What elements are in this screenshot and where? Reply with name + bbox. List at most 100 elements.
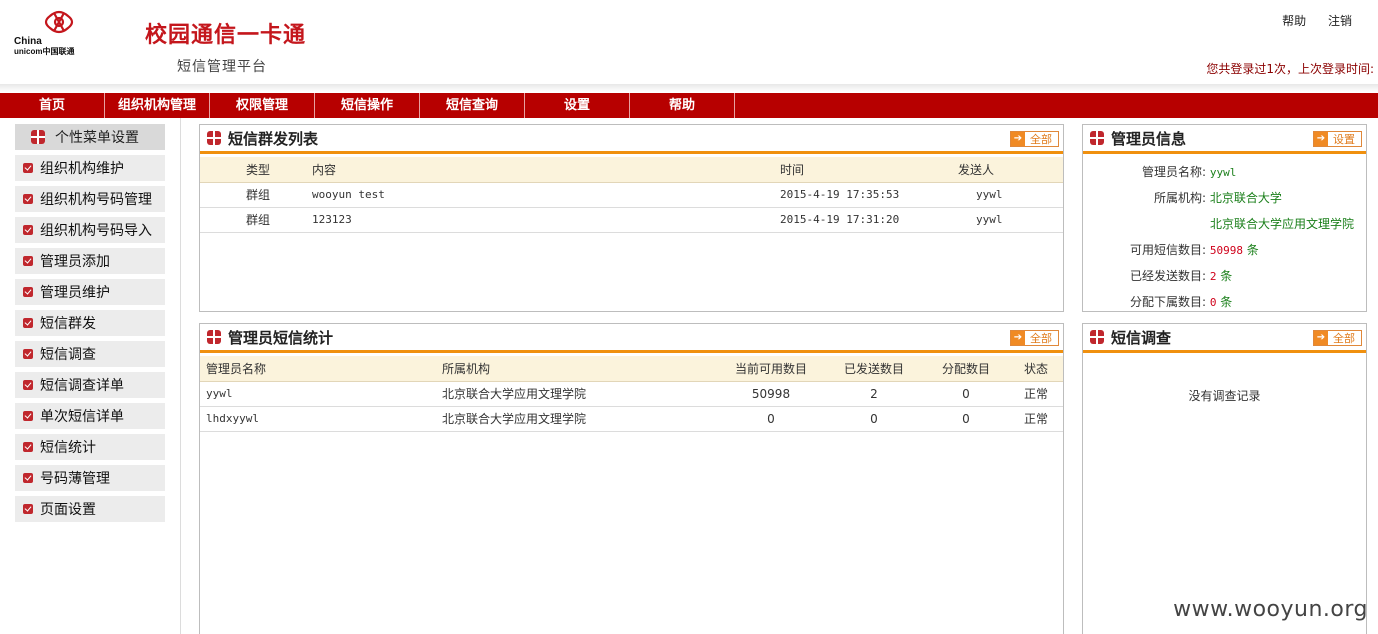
nav-item-help[interactable]: 帮助 — [630, 93, 735, 118]
table-header-row: 类型 内容 时间 发送人 — [200, 157, 1063, 183]
sidebar-item-org-import[interactable]: 组织机构号码导入 — [15, 217, 165, 243]
sidebar-item-label: 号码薄管理 — [40, 471, 110, 487]
sms-list-panel: 短信群发列表 ➔ 全部 类型 内容 时间 发送人 群组 wooyun test … — [199, 124, 1064, 312]
china-unicom-logo: China unicom中国联通 — [14, 10, 94, 58]
red-cross-icon — [207, 330, 221, 344]
panel-header: 管理员短信统计 ➔ 全部 — [200, 324, 1063, 353]
table-row[interactable]: yywl 北京联合大学应用文理学院 50998 2 0 正常 — [200, 381, 1063, 407]
info-row-admin-name: 管理员名称: yywl — [1141, 165, 1237, 179]
view-all-button[interactable]: ➔ 全部 — [1313, 330, 1362, 346]
nav-item-sms-query[interactable]: 短信查询 — [420, 93, 525, 118]
admin-info-panel: 管理员信息 ➔ 设置 管理员名称: yywl 所属机构: 北京联合大学 北京联合… — [1082, 124, 1367, 312]
column-header: 管理员名称 — [200, 356, 442, 382]
nav-item-org[interactable]: 组织机构管理 — [105, 93, 210, 118]
column-header: 类型 — [200, 157, 312, 183]
column-header: 所属机构 — [442, 356, 712, 382]
red-cross-icon — [1090, 330, 1104, 344]
table-row[interactable]: lhdxyywl 北京联合大学应用文理学院 0 0 0 正常 — [200, 406, 1063, 432]
org-sub-value: 北京联合大学应用文理学院 — [1210, 217, 1355, 231]
checkbox-icon — [23, 318, 33, 328]
sidebar-item-sms-stats[interactable]: 短信统计 — [15, 434, 165, 460]
view-all-button[interactable]: ➔ 全部 — [1010, 330, 1059, 346]
sidebar-item-org-maintain[interactable]: 组织机构维护 — [15, 155, 165, 181]
sidebar-item-label: 页面设置 — [40, 502, 96, 518]
admin-name-value: yywl — [1209, 166, 1237, 179]
sidebar-item-label: 组织机构号码导入 — [40, 223, 152, 239]
site-title: 校园通信一卡通 — [145, 23, 307, 48]
panel-title: 短信调查 — [1111, 328, 1172, 347]
sidebar-item-page-settings[interactable]: 页面设置 — [15, 496, 165, 522]
sidebar-item-org-numbers[interactable]: 组织机构号码管理 — [15, 186, 165, 212]
checkbox-icon — [23, 473, 33, 483]
column-header: 时间 — [780, 157, 926, 183]
panel-header: 管理员信息 ➔ 设置 — [1083, 125, 1366, 154]
login-info: 您共登录过1次，上次登录时间: — [1206, 62, 1374, 76]
info-row-assigned: 分配下属数目: 0 条 — [1129, 295, 1233, 309]
table-row[interactable]: 群组 123123 2015-4-19 17:31:20 yywl — [200, 207, 1063, 233]
arrow-right-icon: ➔ — [1314, 331, 1328, 345]
column-header: 内容 — [312, 157, 780, 183]
settings-button[interactable]: ➔ 设置 — [1313, 131, 1362, 147]
panel-title: 管理员信息 — [1111, 129, 1187, 148]
arrow-right-icon: ➔ — [1011, 132, 1025, 146]
table-row[interactable]: 群组 wooyun test 2015-4-19 17:35:53 yywl — [200, 182, 1063, 208]
checkbox-icon — [23, 504, 33, 514]
checkbox-icon — [23, 349, 33, 359]
assigned-value: 0 — [1209, 296, 1217, 309]
logo-line1: China — [14, 36, 42, 47]
unit-label: 条 — [1246, 243, 1259, 257]
nav-item-home[interactable]: 首页 — [0, 93, 105, 118]
sidebar-heading-label: 个性菜单设置 — [55, 130, 139, 146]
top-links: 帮助 注销 — [1264, 12, 1352, 29]
main-nav: 首页 组织机构管理 权限管理 短信操作 短信查询 设置 帮助 — [0, 93, 1378, 118]
sidebar-item-label: 组织机构号码管理 — [40, 192, 152, 208]
sidebar-heading[interactable]: 个性菜单设置 — [15, 124, 165, 150]
sidebar-item-label: 短信统计 — [40, 440, 96, 456]
view-all-button[interactable]: ➔ 全部 — [1010, 131, 1059, 147]
sidebar-item-sms-survey[interactable]: 短信调查 — [15, 341, 165, 367]
page: China unicom中国联通 校园通信一卡通 短信管理平台 帮助 注销 您共… — [0, 0, 1378, 634]
logout-link[interactable]: 注销 — [1328, 14, 1352, 28]
sidebar-item-label: 管理员维护 — [40, 285, 110, 301]
checkbox-icon — [23, 256, 33, 266]
table-header-row: 管理员名称 所属机构 当前可用数目 已发送数目 分配数目 状态 — [200, 356, 1063, 382]
org-value: 北京联合大学 — [1209, 191, 1282, 205]
red-cross-icon — [1090, 131, 1104, 145]
checkbox-icon — [23, 163, 33, 173]
unit-label: 条 — [1220, 269, 1233, 283]
nav-item-sms-ops[interactable]: 短信操作 — [315, 93, 420, 118]
sidebar-item-label: 组织机构维护 — [40, 161, 124, 177]
sidebar-item-admin-maintain[interactable]: 管理员维护 — [15, 279, 165, 305]
column-header: 当前可用数目 — [712, 356, 830, 382]
nav-item-settings[interactable]: 设置 — [525, 93, 630, 118]
logo-line2: unicom中国联通 — [14, 47, 75, 56]
red-cross-icon — [31, 130, 45, 144]
survey-panel: 短信调查 ➔ 全部 没有调查记录 — [1082, 323, 1367, 634]
site-subtitle: 短信管理平台 — [177, 59, 267, 75]
column-header: 分配数目 — [918, 356, 1014, 382]
red-cross-icon — [207, 131, 221, 145]
admin-stats-panel: 管理员短信统计 ➔ 全部 管理员名称 所属机构 当前可用数目 已发送数目 分配数… — [199, 323, 1064, 634]
checkbox-icon — [23, 287, 33, 297]
checkbox-icon — [23, 411, 33, 421]
panel-title: 管理员短信统计 — [228, 328, 334, 347]
checkbox-icon — [23, 380, 33, 390]
sidebar-item-single-sms-detail[interactable]: 单次短信详单 — [15, 403, 165, 429]
info-row-available: 可用短信数目: 50998 条 — [1129, 243, 1259, 257]
panel-header: 短信群发列表 ➔ 全部 — [200, 125, 1063, 154]
column-header: 状态 — [1014, 356, 1063, 382]
arrow-right-icon: ➔ — [1314, 132, 1328, 146]
sidebar: 个性菜单设置 组织机构维护 组织机构号码管理 组织机构号码导入 管理员添加 管理… — [0, 118, 181, 634]
sidebar-item-label: 单次短信详单 — [40, 409, 124, 425]
admin-stats-table: 管理员名称 所属机构 当前可用数目 已发送数目 分配数目 状态 yywl 北京联… — [200, 356, 1063, 432]
watermark: www.wooyun.org — [1173, 597, 1368, 622]
sidebar-item-survey-detail[interactable]: 短信调查详单 — [15, 372, 165, 398]
sidebar-item-sms-broadcast[interactable]: 短信群发 — [15, 310, 165, 336]
unit-label: 条 — [1220, 295, 1233, 309]
sidebar-item-phonebook[interactable]: 号码薄管理 — [15, 465, 165, 491]
nav-item-permissions[interactable]: 权限管理 — [210, 93, 315, 118]
sidebar-item-admin-add[interactable]: 管理员添加 — [15, 248, 165, 274]
sidebar-item-label: 短信群发 — [40, 316, 96, 332]
column-header: 发送人 — [926, 157, 1063, 183]
help-link[interactable]: 帮助 — [1282, 14, 1306, 28]
